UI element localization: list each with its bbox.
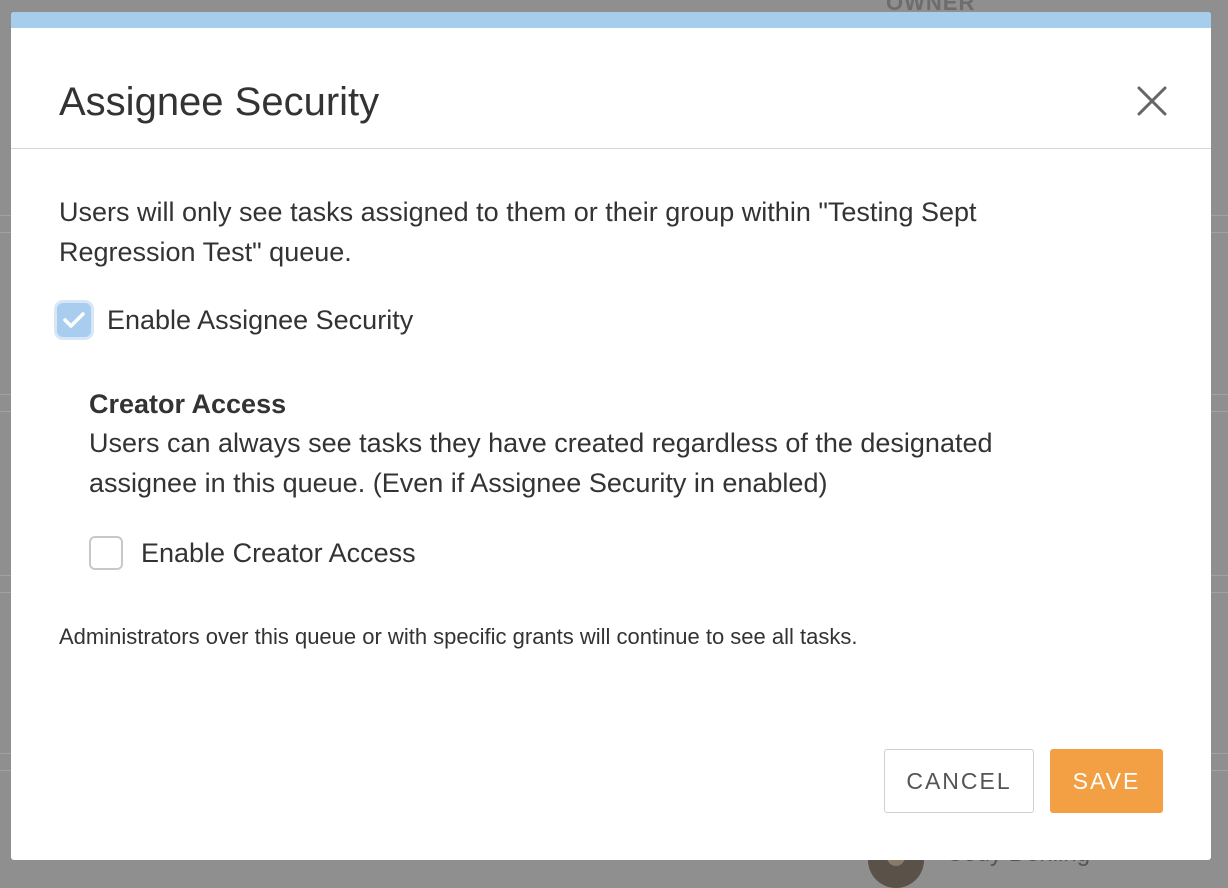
creator-access-description: Users can always see tasks they have cre… xyxy=(89,428,993,498)
cancel-button[interactable]: CANCEL xyxy=(884,749,1034,813)
modal-title: Assignee Security xyxy=(59,80,380,124)
enable-creator-access-label: Enable Creator Access xyxy=(141,537,416,568)
modal-accent-bar xyxy=(11,12,1211,28)
creator-access-heading: Creator Access xyxy=(89,389,287,419)
save-button[interactable]: SAVE xyxy=(1050,749,1163,813)
modal-header: Assignee Security xyxy=(11,28,1211,149)
enable-creator-access-checkbox[interactable] xyxy=(89,536,123,570)
enable-assignee-security-checkbox[interactable] xyxy=(57,303,91,337)
assignee-security-modal: Assignee Security Users will only see ta… xyxy=(11,12,1211,860)
close-button[interactable] xyxy=(1133,82,1171,120)
enable-assignee-security-row[interactable]: Enable Assignee Security xyxy=(57,303,413,337)
close-icon xyxy=(1137,86,1167,116)
enable-creator-access-row[interactable]: Enable Creator Access xyxy=(89,536,416,570)
admin-note: Administrators over this queue or with s… xyxy=(59,624,858,649)
checkmark-icon xyxy=(63,312,85,328)
enable-assignee-security-label: Enable Assignee Security xyxy=(107,304,414,335)
modal-description: Users will only see tasks assigned to th… xyxy=(59,197,977,267)
